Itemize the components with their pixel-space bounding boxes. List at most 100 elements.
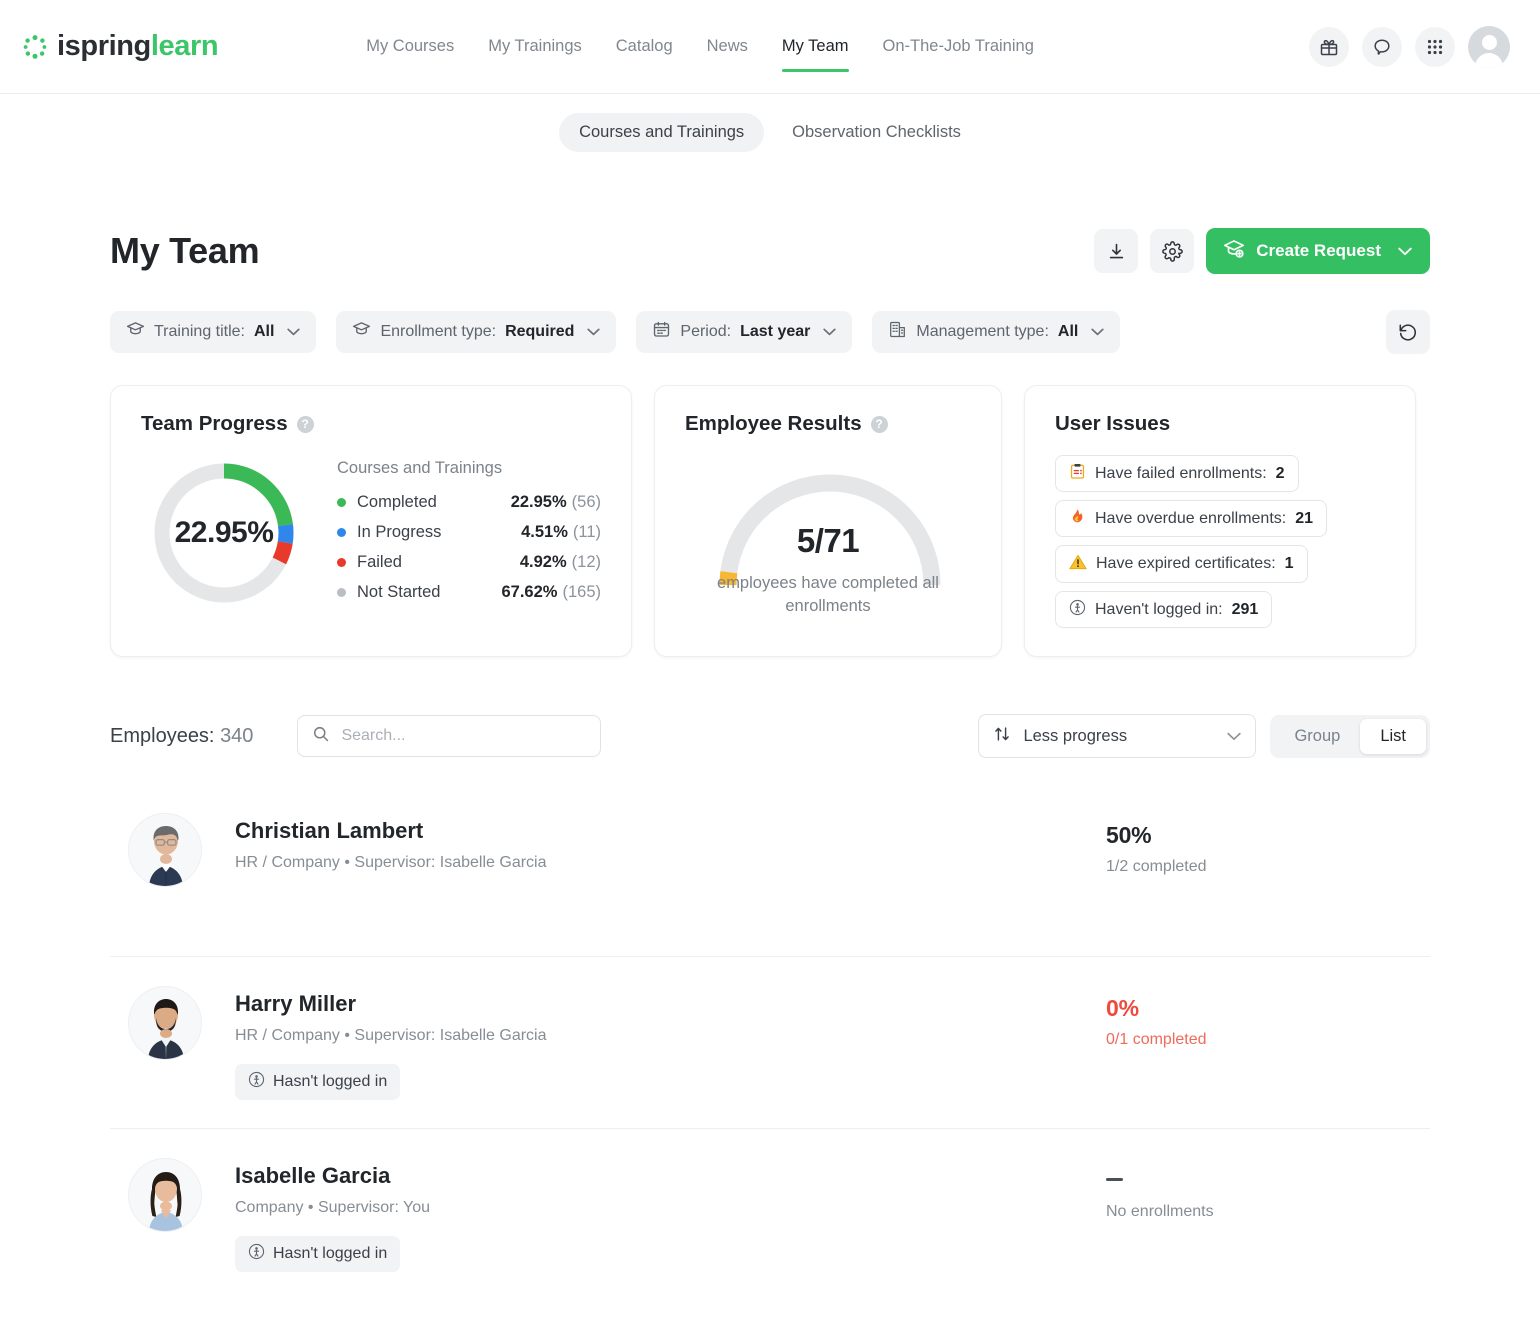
issue-overdue-enrollments-value: 21: [1295, 509, 1314, 527]
search-box[interactable]: [297, 715, 602, 757]
search-icon: [312, 725, 330, 748]
app-window: ispringlearn My Courses My Trainings Cat…: [0, 0, 1540, 1342]
help-icon[interactable]: ?: [870, 415, 888, 433]
legend-label-completed: Completed: [357, 493, 437, 511]
page-header-row: My Team Create Request: [110, 228, 1430, 274]
chat-icon[interactable]: [1362, 26, 1402, 67]
card-employee-results-title-text: Employee Results: [685, 412, 862, 435]
employee-progress: 0% 0/1 completed: [1100, 986, 1430, 1049]
help-icon[interactable]: ?: [296, 415, 314, 433]
chevron-down-icon: [1091, 323, 1105, 341]
filter-training-title[interactable]: Training title: All: [110, 311, 317, 353]
table-row[interactable]: Christian Lambert HR / Company • Supervi…: [110, 784, 1430, 956]
tab-courses-and-trainings[interactable]: Courses and Trainings: [559, 113, 765, 152]
issue-failed-enrollments-label: Have failed enrollments:: [1095, 464, 1267, 482]
no-login-icon: [1069, 599, 1086, 620]
page-header-actions: Create Request: [1094, 228, 1430, 274]
employee-meta: Company • Supervisor: You: [235, 1199, 431, 1216]
donut-center-value: 22.95%: [174, 516, 274, 549]
legend-value-in-progress: 4.51%: [521, 523, 568, 541]
table-row[interactable]: Harry Miller HR / Company • Supervisor: …: [110, 956, 1430, 1128]
view-toggle-group[interactable]: Group: [1274, 719, 1360, 754]
filter-period[interactable]: Period: Last year: [636, 311, 853, 353]
filter-period-value: Last year: [740, 323, 811, 340]
nav-item-my-team[interactable]: My Team: [781, 0, 849, 93]
employee-list: Christian Lambert HR / Company • Supervi…: [110, 784, 1430, 1300]
issue-havent-logged-in[interactable]: Haven't logged in: 291: [1055, 591, 1273, 628]
employee-progress: 50% 1/2 completed: [1100, 813, 1430, 876]
filter-enrollment-type-value: Required: [505, 323, 575, 340]
legend-dot-failed: [337, 558, 346, 567]
card-team-progress: Team Progress ? 22.95% Courses and Train…: [110, 385, 632, 657]
card-employee-results-title: Employee Results ?: [685, 412, 971, 436]
card-team-progress-title: Team Progress ?: [141, 412, 601, 436]
issue-overdue-enrollments-label: Have overdue enrollments:: [1095, 509, 1287, 527]
reset-filters-button[interactable]: [1386, 310, 1430, 354]
download-button[interactable]: [1094, 229, 1139, 273]
legend-value-completed: 22.95%: [510, 493, 567, 511]
legend-value-not-started: 67.62%: [501, 583, 558, 601]
employee-name[interactable]: Harry Miller: [235, 991, 1100, 1017]
employee-list-controls: Employees: 340 Less progress: [110, 714, 1430, 758]
search-input[interactable]: [341, 727, 587, 745]
issue-failed-enrollments[interactable]: Have failed enrollments: 2: [1055, 455, 1299, 492]
filter-bar: Training title: All Enrollment type: Req…: [110, 310, 1430, 354]
nav-item-news[interactable]: News: [707, 0, 748, 93]
legend-title: Courses and Trainings: [337, 458, 503, 477]
create-request-button[interactable]: Create Request: [1206, 228, 1430, 274]
tab-observation-checklists[interactable]: Observation Checklists: [772, 113, 981, 152]
nav-item-my-courses[interactable]: My Courses: [366, 0, 454, 93]
no-login-icon: [248, 1243, 265, 1265]
card-user-issues-title-text: User Issues: [1055, 412, 1171, 435]
nav-item-on-the-job-training[interactable]: On-The-Job Training: [883, 0, 1034, 93]
issue-expired-certificates[interactable]: Have expired certificates: 1: [1055, 545, 1308, 583]
card-user-issues-title: User Issues: [1055, 412, 1385, 436]
no-value-dash: [1106, 1178, 1123, 1181]
sort-dropdown[interactable]: Less progress: [978, 714, 1257, 758]
employee-info: Harry Miller HR / Company • Supervisor: …: [235, 986, 1100, 1100]
ispring-learn-logo[interactable]: ispringlearn: [22, 30, 219, 62]
gift-icon[interactable]: [1309, 26, 1349, 67]
filter-period-label: Period:: [680, 323, 732, 340]
gauge-value: 5/71: [796, 522, 860, 559]
legend-dot-completed: [337, 498, 346, 507]
issue-overdue-enrollments[interactable]: Have overdue enrollments: 21: [1055, 500, 1328, 537]
employee-progress-detail: 0/1 completed: [1106, 1031, 1207, 1048]
card-employee-results: Employee Results ? 5/71 employees have c…: [654, 385, 1002, 657]
user-avatar[interactable]: [1468, 25, 1510, 68]
issue-havent-logged-in-value: 291: [1231, 600, 1259, 618]
avatar-photo-woman-blue: [129, 1159, 201, 1231]
employee-results-gauge: 5/71 employees have completed all enroll…: [685, 462, 971, 615]
filter-management-type-value: All: [1057, 323, 1079, 340]
table-row[interactable]: Isabelle Garcia Company • Supervisor: Yo…: [110, 1128, 1430, 1300]
page-title: My Team: [110, 230, 260, 271]
filter-management-type-label: Management type:: [916, 323, 1049, 340]
chevron-down-icon: [1398, 241, 1412, 261]
avatar: [128, 986, 202, 1060]
nav-item-catalog[interactable]: Catalog: [616, 0, 673, 93]
employee-progress-detail: No enrollments: [1106, 1203, 1214, 1220]
logo-word-ispring: ispring: [57, 30, 151, 62]
avatar: [128, 1158, 202, 1232]
employees-count-label: Employees:: [110, 724, 215, 747]
employee-meta: HR / Company • Supervisor: Isabelle Garc…: [235, 854, 547, 871]
clipboard-icon: [1069, 463, 1086, 484]
user-issues-list: Have failed enrollments: 2 Have overdue …: [1055, 455, 1385, 628]
filter-enrollment-type[interactable]: Enrollment type: Required: [336, 311, 617, 353]
employee-name[interactable]: Isabelle Garcia: [235, 1163, 1100, 1189]
apps-grid-icon[interactable]: [1415, 26, 1455, 67]
status-badge-label: Hasn't logged in: [273, 1073, 388, 1090]
avatar-photo-man-beard: [129, 987, 201, 1059]
filter-management-type[interactable]: Management type: All: [872, 311, 1121, 353]
employee-name[interactable]: Christian Lambert: [235, 818, 1100, 844]
view-toggle-list[interactable]: List: [1360, 718, 1426, 754]
building-icon: [888, 320, 907, 344]
avatar: [128, 813, 202, 887]
nav-item-my-trainings[interactable]: My Trainings: [488, 0, 582, 93]
settings-gear-icon[interactable]: [1150, 229, 1195, 273]
sub-tabs: Courses and Trainings Observation Checkl…: [0, 94, 1540, 152]
card-team-progress-title-text: Team Progress: [141, 412, 288, 435]
legend-value-failed: 4.92%: [519, 553, 567, 571]
card-user-issues: User Issues Have failed enrollments: 2 H…: [1024, 385, 1416, 657]
graduation-cap-icon: [126, 320, 145, 344]
